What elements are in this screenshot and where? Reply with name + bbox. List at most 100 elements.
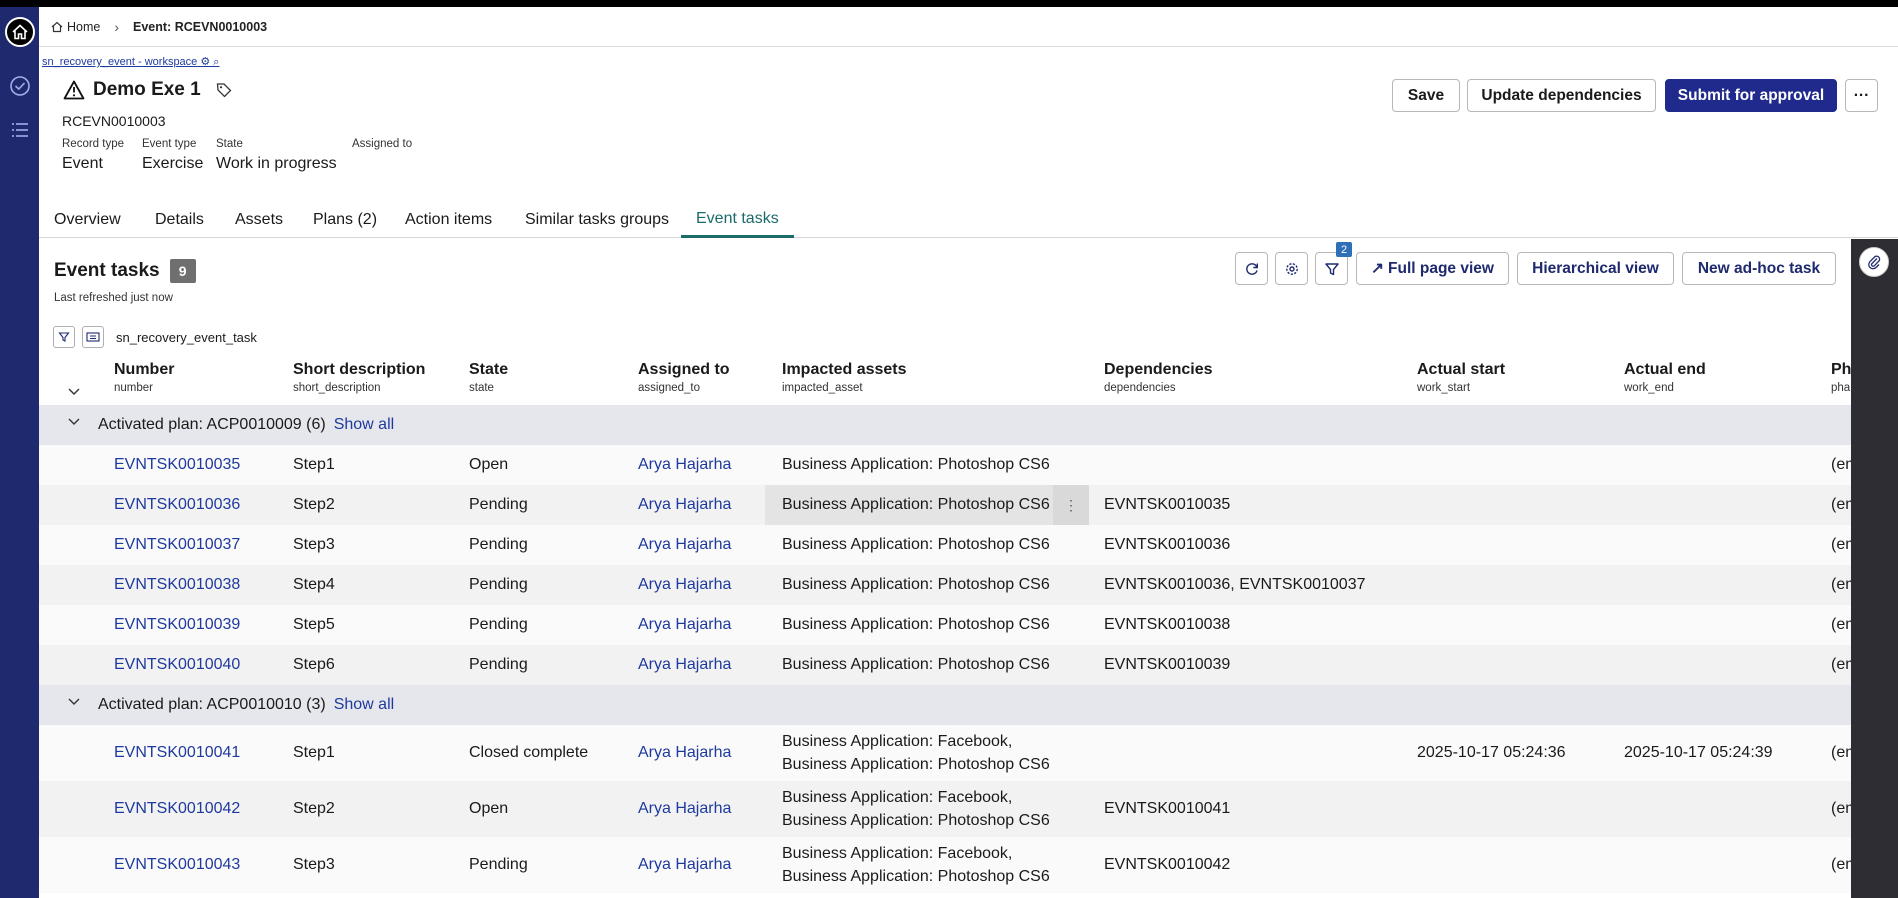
tab-assets[interactable]: Assets	[220, 202, 298, 238]
check-rail-button[interactable]	[0, 67, 39, 105]
table-row[interactable]: EVNTSK0010037 Step3 Pending Arya Hajarha…	[39, 525, 1851, 565]
task-state: Open	[469, 800, 509, 817]
new-ad-hoc-task-button[interactable]: New ad-hoc task	[1682, 252, 1836, 285]
pha-cell: (em	[1831, 456, 1851, 473]
task-description: Step2	[293, 800, 335, 817]
list-filter-button[interactable]	[53, 326, 75, 348]
task-number-link[interactable]: EVNTSK0010041	[114, 725, 240, 781]
show-all-link[interactable]: Show all	[334, 696, 394, 713]
chevron-down-icon[interactable]	[67, 417, 81, 427]
settings-button[interactable]	[1275, 252, 1308, 285]
tag-icon[interactable]	[215, 81, 233, 99]
tab-overview[interactable]: Overview	[39, 202, 136, 238]
task-number-link[interactable]: EVNTSK0010035	[114, 445, 240, 485]
table-row[interactable]: ⋮ EVNTSK0010036 Step2 Pending Arya Hajar…	[39, 485, 1851, 525]
table-row[interactable]: EVNTSK0010041 Step1 Closed complete Arya…	[39, 725, 1851, 781]
column-header-impacted-assets[interactable]: Impacted assets impacted_asset	[782, 361, 907, 394]
column-header-number[interactable]: Number number	[114, 361, 174, 394]
column-header-short-description[interactable]: Short description short_description	[293, 361, 425, 394]
breadcrumb-home[interactable]: Home	[51, 20, 100, 34]
record-title-row: Demo Exe 1	[63, 79, 233, 101]
task-state: Pending	[469, 856, 528, 873]
pha-cell: (em	[1831, 496, 1851, 513]
impacted-asset: Business Application: Photoshop CS6	[782, 456, 1050, 473]
task-number-link[interactable]: EVNTSK0010038	[114, 565, 240, 605]
meta-label: Record type	[62, 138, 125, 150]
assigned-to-link[interactable]: Arya Hajarha	[638, 525, 731, 565]
table-row[interactable]: EVNTSK0010042 Step2 Open Arya Hajarha Bu…	[39, 781, 1851, 837]
dependencies: EVNTSK0010041	[1104, 800, 1231, 817]
meta-assigned-to: Assigned to	[352, 138, 412, 155]
chevron-down-icon[interactable]	[67, 697, 81, 707]
assigned-to-link[interactable]: Arya Hajarha	[638, 725, 731, 781]
task-number-link[interactable]: EVNTSK0010040	[114, 645, 240, 685]
workspace-link[interactable]: sn_recovery_event - workspace ⚙ ⌕	[42, 55, 219, 69]
assigned-to-link[interactable]: Arya Hajarha	[638, 837, 731, 893]
hierarchical-view-button[interactable]: Hierarchical view	[1517, 252, 1674, 285]
breadcrumb-home-label: Home	[67, 19, 101, 34]
tab-details[interactable]: Details	[140, 202, 219, 238]
tab-plans[interactable]: Plans (2)	[298, 202, 392, 238]
more-actions-button[interactable]: ···	[1845, 79, 1878, 112]
column-label: Pha	[1831, 361, 1851, 378]
assigned-to-link[interactable]: Arya Hajarha	[638, 565, 731, 605]
cell-menu-icon[interactable]: ⋮	[1053, 485, 1089, 525]
refresh-button[interactable]	[1235, 252, 1268, 285]
task-number-link[interactable]: EVNTSK0010037	[114, 525, 240, 565]
assigned-to-link[interactable]: Arya Hajarha	[638, 645, 731, 685]
meta-event-type: Event type Exercise	[142, 138, 203, 173]
table-row[interactable]: EVNTSK0010043 Step3 Pending Arya Hajarha…	[39, 837, 1851, 893]
group-label: Activated plan: ACP0010009 (6) Show all	[98, 416, 394, 434]
column-header-assigned-to[interactable]: Assigned to assigned_to	[638, 361, 730, 394]
impacted-asset: Business Application: Photoshop CS6	[782, 868, 1050, 885]
assigned-to-link[interactable]: Arya Hajarha	[638, 445, 731, 485]
home-rail-button[interactable]	[0, 13, 39, 51]
column-header-pha[interactable]: Pha pha	[1831, 361, 1851, 394]
table-row[interactable]: EVNTSK0010039 Step5 Pending Arya Hajarha…	[39, 605, 1851, 645]
full-page-view-button[interactable]: ↗ Full page view	[1356, 252, 1509, 285]
tab-action-items[interactable]: Action items	[390, 202, 507, 238]
event-tasks-panel: Event tasks 9 Last refreshed just now 2 …	[39, 239, 1851, 898]
column-header-state[interactable]: State state	[469, 361, 508, 394]
show-all-link[interactable]: Show all	[334, 416, 394, 433]
save-button[interactable]: Save	[1392, 79, 1460, 112]
column-header-actual-start[interactable]: Actual start work_start	[1417, 361, 1505, 394]
table-row[interactable]: EVNTSK0010038 Step4 Pending Arya Hajarha…	[39, 565, 1851, 605]
task-number-link[interactable]: EVNTSK0010042	[114, 781, 240, 837]
table-row[interactable]: EVNTSK0010035 Step1 Open Arya Hajarha Bu…	[39, 445, 1851, 485]
column-label: Actual end	[1624, 361, 1706, 378]
assigned-to-link[interactable]: Arya Hajarha	[638, 485, 731, 525]
task-number-link[interactable]: EVNTSK0010039	[114, 605, 240, 645]
table-row[interactable]: EVNTSK0010040 Step6 Pending Arya Hajarha…	[39, 645, 1851, 685]
section-title: Event tasks 9	[54, 259, 196, 283]
list-columns-button[interactable]	[82, 326, 104, 348]
task-description: Step2	[293, 496, 335, 513]
task-number-link[interactable]: EVNTSK0010036	[114, 485, 240, 525]
tab-similar-tasks-groups[interactable]: Similar tasks groups	[510, 202, 684, 238]
task-number-link[interactable]: EVNTSK0010043	[114, 837, 240, 893]
group-header-row[interactable]: Activated plan: ACP0010010 (3) Show all	[39, 685, 1851, 725]
impacted-asset: Business Application: Photoshop CS6	[782, 576, 1050, 593]
task-state: Pending	[469, 656, 528, 673]
impacted-asset: Business Application: Facebook,	[782, 845, 1013, 862]
home-icon	[51, 21, 63, 32]
left-nav-rail	[0, 7, 39, 898]
list-rail-button[interactable]	[0, 111, 39, 149]
pha-cell: (em	[1831, 536, 1851, 553]
assigned-to-link[interactable]: Arya Hajarha	[638, 781, 731, 837]
task-state: Pending	[469, 536, 528, 553]
group-header-row[interactable]: Activated plan: ACP0010009 (6) Show all	[39, 405, 1851, 445]
column-header-dependencies[interactable]: Dependencies dependencies	[1104, 361, 1212, 394]
meta-state: State Work in progress	[216, 138, 337, 173]
workspace-link-label: sn_recovery_event - workspace	[42, 56, 198, 68]
chevron-down-icon[interactable]	[67, 387, 81, 397]
actual-end: 2025-10-17 05:24:39	[1624, 744, 1773, 761]
tab-event-tasks[interactable]: Event tasks	[681, 202, 794, 238]
update-dependencies-button[interactable]: Update dependencies	[1467, 79, 1656, 112]
last-refreshed: Last refreshed just now	[54, 292, 173, 304]
submit-for-approval-button[interactable]: Submit for approval	[1665, 79, 1837, 112]
column-header-actual-end[interactable]: Actual end work_end	[1624, 361, 1706, 394]
column-field: work_start	[1417, 382, 1471, 394]
attachment-button[interactable]	[1859, 247, 1889, 277]
assigned-to-link[interactable]: Arya Hajarha	[638, 605, 731, 645]
